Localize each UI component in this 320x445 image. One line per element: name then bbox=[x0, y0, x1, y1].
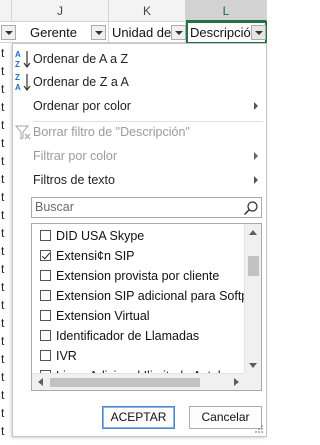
ok-button[interactable]: ACEPTAR bbox=[102, 406, 175, 429]
svg-text:A: A bbox=[15, 83, 21, 92]
horizontal-scrollbar[interactable] bbox=[32, 373, 245, 390]
row-stub: t bbox=[1, 334, 5, 348]
row-stubs: t t t t t t t t t t t t t t t t t t t t … bbox=[0, 44, 12, 445]
text-filters-item[interactable]: Filtros de texto bbox=[13, 169, 266, 191]
row-stub: t bbox=[1, 370, 5, 384]
list-item[interactable]: Extension Virtual bbox=[32, 306, 245, 326]
submenu-arrow-icon bbox=[254, 152, 258, 160]
sort-a-to-z-label: Ordenar de A a Z bbox=[33, 52, 129, 66]
column-headers: J K L bbox=[0, 0, 267, 22]
row-stub: t bbox=[1, 262, 5, 276]
list-item-label: DID USA Skype bbox=[56, 229, 145, 243]
sort-z-to-a-item[interactable]: Z A Ordenar de Z a A bbox=[13, 71, 266, 93]
checkbox[interactable] bbox=[40, 330, 51, 341]
filter-dropdown-button[interactable] bbox=[91, 25, 106, 40]
checkbox[interactable] bbox=[40, 350, 51, 361]
column-header-l[interactable]: L bbox=[186, 0, 267, 22]
svg-text:Z: Z bbox=[15, 60, 20, 69]
sort-by-color-label: Ordenar por color bbox=[33, 99, 131, 113]
column-header-partial bbox=[0, 0, 12, 22]
checkbox[interactable] bbox=[40, 230, 51, 241]
list-item-label: IVR bbox=[56, 349, 77, 363]
row-stub: t bbox=[1, 316, 5, 330]
row-stub: t bbox=[1, 154, 5, 168]
scroll-thumb[interactable] bbox=[248, 256, 259, 276]
row-stub: t bbox=[1, 244, 5, 258]
submenu-arrow-icon bbox=[254, 176, 258, 184]
autofilter-dropdown: A Z Ordenar de A a Z Z A Ordenar de Z a … bbox=[12, 43, 267, 437]
row-stub: t bbox=[1, 352, 5, 366]
clear-filter-label: Borrar filtro de "Descripción" bbox=[33, 125, 190, 139]
row-stub: t bbox=[1, 280, 5, 294]
checkbox[interactable] bbox=[40, 250, 51, 261]
table-header-row: Gerente Unidad de Descripció bbox=[0, 21, 267, 44]
search-placeholder: Buscar bbox=[35, 200, 74, 214]
header-label: Descripció bbox=[190, 25, 251, 40]
row-stub: t bbox=[1, 82, 5, 96]
sort-a-to-z-item[interactable]: A Z Ordenar de A a Z bbox=[13, 48, 266, 70]
search-icon[interactable] bbox=[243, 200, 259, 216]
list-item[interactable]: Extension provista por cliente bbox=[32, 266, 245, 286]
column-header-k[interactable]: K bbox=[109, 0, 186, 22]
header-label: Unidad de bbox=[112, 25, 172, 40]
text-filters-label: Filtros de texto bbox=[33, 173, 115, 187]
row-stub: t bbox=[1, 100, 5, 114]
row-stub: t bbox=[1, 424, 5, 438]
list-item[interactable]: DID USA Skype bbox=[32, 226, 245, 246]
sort-z-to-a-label: Ordenar de Z a A bbox=[33, 75, 129, 89]
row-stub: t bbox=[1, 406, 5, 420]
header-label: Gerente bbox=[30, 25, 77, 40]
scroll-left-icon[interactable] bbox=[38, 378, 43, 386]
row-stub: t bbox=[1, 298, 5, 312]
values-listbox[interactable]: DID USA Skype Extensi¢n SIP Extension pr… bbox=[31, 223, 262, 391]
scrollbar-corner bbox=[244, 373, 261, 390]
list-item-label: Extension provista por cliente bbox=[56, 269, 220, 283]
row-stub: t bbox=[1, 172, 5, 186]
list-item[interactable]: Extension SIP adicional para Softph bbox=[32, 286, 245, 306]
clear-filter-icon bbox=[15, 125, 31, 140]
scroll-up-icon[interactable] bbox=[249, 230, 257, 235]
row-stub: t bbox=[1, 190, 5, 204]
scroll-right-icon[interactable] bbox=[234, 378, 239, 386]
row-stub: t bbox=[1, 136, 5, 150]
row-stub: t bbox=[1, 208, 5, 222]
cancel-button[interactable]: Cancelar bbox=[189, 406, 262, 429]
list-item[interactable]: IVR bbox=[32, 346, 245, 366]
list-item-label: Extensi¢n SIP bbox=[56, 249, 135, 263]
row-stub: t bbox=[1, 118, 5, 132]
svg-text:Z: Z bbox=[15, 73, 20, 82]
filter-dropdown-button[interactable] bbox=[171, 25, 186, 40]
scroll-thumb[interactable] bbox=[50, 378, 200, 387]
list-item-label: Extension SIP adicional para Softph bbox=[56, 289, 245, 303]
search-box[interactable]: Buscar bbox=[31, 197, 262, 218]
row-stub: t bbox=[1, 64, 5, 78]
sort-descending-icon: Z A bbox=[15, 73, 31, 92]
clear-filter-item[interactable]: Borrar filtro de "Descripción" bbox=[13, 121, 266, 143]
row-stub: t bbox=[1, 388, 5, 402]
checkbox[interactable] bbox=[40, 310, 51, 321]
list-item[interactable]: Extensi¢n SIP bbox=[32, 246, 245, 266]
filter-by-color-label: Filtrar por color bbox=[33, 149, 118, 163]
scroll-down-icon[interactable] bbox=[249, 363, 257, 368]
sort-ascending-icon: A Z bbox=[15, 50, 31, 69]
vertical-scrollbar[interactable] bbox=[244, 224, 261, 374]
list-item-label: Identificador de Llamadas bbox=[56, 329, 200, 343]
row-stub: t bbox=[1, 46, 5, 60]
checkbox[interactable] bbox=[40, 290, 51, 301]
checkbox[interactable] bbox=[40, 270, 51, 281]
resize-grip-icon[interactable] bbox=[254, 424, 264, 434]
list-item[interactable]: Identificador de Llamadas bbox=[32, 326, 245, 346]
filter-dropdown-button-active[interactable] bbox=[251, 25, 266, 40]
submenu-arrow-icon bbox=[254, 102, 258, 110]
filter-by-color-item[interactable]: Filtrar por color bbox=[13, 145, 266, 167]
column-header-j[interactable]: J bbox=[12, 0, 109, 22]
list-item-label: Extension Virtual bbox=[56, 309, 150, 323]
row-stub: t bbox=[1, 226, 5, 240]
svg-text:A: A bbox=[15, 50, 21, 59]
row-stub: t bbox=[0, 440, 12, 445]
sort-by-color-item[interactable]: Ordenar por color bbox=[13, 95, 266, 117]
